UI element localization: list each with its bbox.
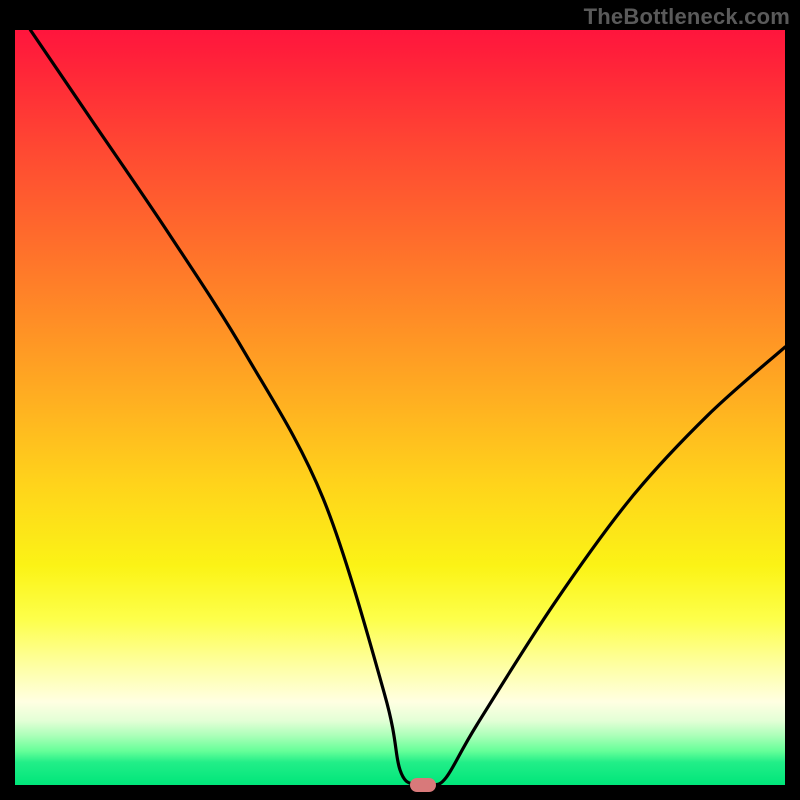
chart-container: TheBottleneck.com: [0, 0, 800, 800]
bottleneck-curve-path: [30, 30, 785, 785]
watermark-text: TheBottleneck.com: [584, 4, 790, 30]
plot-area: [15, 30, 785, 785]
optimal-point-marker: [410, 778, 436, 792]
curve-svg: [15, 30, 785, 785]
